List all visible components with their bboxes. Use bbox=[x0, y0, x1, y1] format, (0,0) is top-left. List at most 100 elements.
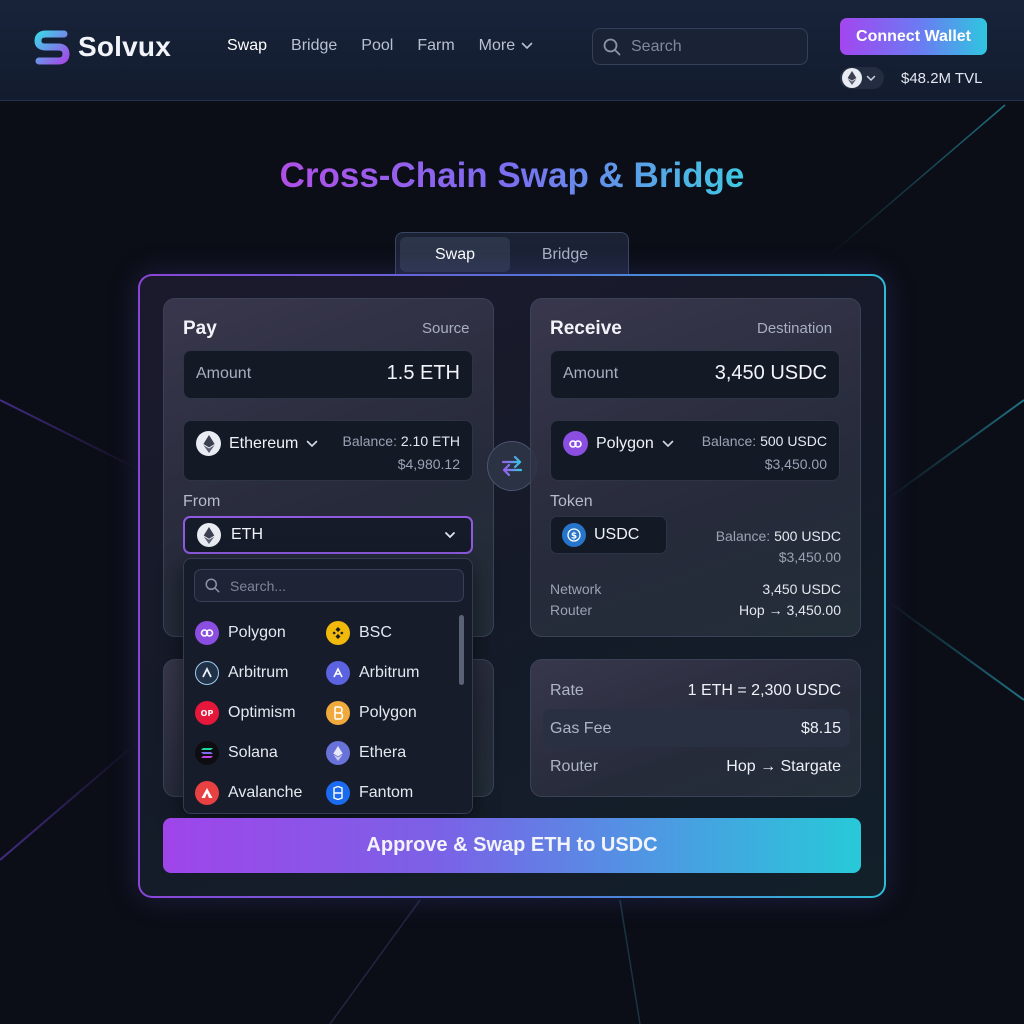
receive-token-balance: Balance: 500 USDC bbox=[716, 528, 841, 544]
from-token-select[interactable]: ETH bbox=[183, 516, 473, 554]
pay-amount-value: 1.5 ETH bbox=[386, 362, 460, 384]
receive-token-select[interactable]: $ USDC bbox=[550, 516, 667, 554]
nav-more-label: More bbox=[478, 37, 516, 54]
chevron-down-icon bbox=[445, 532, 455, 539]
dropdown-item-optimism[interactable]: OP Optimism bbox=[195, 701, 296, 725]
network-selector[interactable] bbox=[840, 67, 884, 89]
swap-bridge-tabs: Swap Bridge bbox=[395, 232, 629, 276]
svg-text:$: $ bbox=[571, 532, 577, 542]
top-header: Solvux Swap Bridge Pool Farm More Connec… bbox=[0, 0, 1024, 101]
arbitrum-alt-icon bbox=[326, 661, 350, 685]
rate-label: Rate bbox=[550, 682, 584, 699]
pay-amount-field[interactable]: Amount 1.5 ETH bbox=[183, 350, 473, 399]
dropdown-scrollbar[interactable] bbox=[459, 615, 464, 685]
bsc-icon bbox=[326, 621, 350, 645]
ethereum-icon bbox=[326, 741, 350, 765]
from-token-value: ETH bbox=[231, 526, 263, 543]
route-value: Hop → Stargate bbox=[726, 758, 841, 775]
pay-chain-name: Ethereum bbox=[229, 434, 299, 452]
ethereum-icon bbox=[842, 68, 862, 88]
nav-bridge[interactable]: Bridge bbox=[291, 37, 337, 55]
tvl-stat: $48.2M TVL bbox=[901, 70, 983, 87]
dropdown-item-label: Arbitrum bbox=[228, 664, 289, 681]
fantom-icon bbox=[326, 781, 350, 805]
pay-title: Pay bbox=[183, 318, 217, 339]
pay-balance-value: 2.10 ETH bbox=[400, 433, 460, 449]
chevron-down-icon bbox=[866, 75, 876, 81]
receive-subtitle: Destination bbox=[757, 320, 833, 337]
dropdown-search-input[interactable] bbox=[230, 577, 430, 594]
dropdown-item-fantom[interactable]: Fantom bbox=[326, 781, 413, 805]
dropdown-item-arbitrum-2[interactable]: Arbitrum bbox=[326, 661, 419, 685]
dropdown-item-label: Polygon bbox=[359, 704, 417, 721]
pay-balance: Balance: 2.10 ETH bbox=[342, 433, 460, 449]
receive-chain-selector[interactable]: Polygon bbox=[563, 431, 674, 456]
search-icon bbox=[603, 38, 621, 55]
dropdown-item-label: BSC bbox=[359, 624, 392, 641]
main-nav: Swap Bridge Pool Farm More bbox=[227, 37, 557, 55]
receive-token-balance-usd: $3,450.00 bbox=[778, 549, 841, 565]
receive-balance-value: 500 USDC bbox=[760, 433, 827, 449]
chevron-down-icon bbox=[662, 440, 674, 447]
arbitrum-icon bbox=[195, 661, 219, 685]
page-title: Cross-Chain Swap & Bridge bbox=[279, 156, 745, 195]
receive-balance-label: Balance: bbox=[701, 433, 757, 449]
dropdown-item-label: Ethera bbox=[359, 744, 407, 761]
dropdown-item-label: Avalanche bbox=[228, 784, 303, 801]
gas-fee-value: $8.15 bbox=[800, 720, 841, 737]
nav-more[interactable]: More bbox=[479, 37, 533, 55]
chain-dropdown: Polygon BSC Arbitrum Arbitrum OP Optimis… bbox=[183, 558, 473, 814]
nav-pool[interactable]: Pool bbox=[361, 37, 393, 55]
polygon-icon bbox=[563, 431, 588, 456]
header-search[interactable] bbox=[592, 28, 808, 65]
router-label: Router bbox=[550, 602, 593, 618]
solana-icon bbox=[195, 741, 219, 765]
receive-chain-name: Polygon bbox=[596, 434, 654, 452]
receive-token-balance-label: Balance: bbox=[715, 528, 771, 544]
dropdown-item-bsc[interactable]: BSC bbox=[326, 621, 392, 645]
dropdown-item-avalanche[interactable]: Avalanche bbox=[195, 781, 302, 805]
solvux-logo-icon bbox=[34, 30, 70, 65]
network-value: 3,450 USDC bbox=[762, 581, 841, 597]
polygon-icon bbox=[195, 621, 219, 645]
dropdown-item-label: Optimism bbox=[228, 704, 296, 721]
dropdown-item-polygon-2[interactable]: Polygon bbox=[326, 701, 417, 725]
receive-amount-field[interactable]: Amount 3,450 USDC bbox=[550, 350, 840, 399]
usdc-icon: $ bbox=[562, 523, 586, 547]
dropdown-item-solana[interactable]: Solana bbox=[195, 741, 278, 765]
dropdown-search[interactable] bbox=[194, 569, 464, 602]
approve-swap-button[interactable]: Approve & Swap ETH to USDC bbox=[163, 818, 861, 873]
pay-balance-label: Balance: bbox=[342, 433, 397, 449]
chevron-down-icon bbox=[307, 440, 318, 447]
from-label: From bbox=[183, 493, 221, 510]
receive-balance: Balance: 500 USDC bbox=[702, 433, 827, 449]
dropdown-item-label: Polygon bbox=[228, 624, 286, 641]
route-label: Router bbox=[550, 758, 599, 775]
nav-swap[interactable]: Swap bbox=[227, 37, 267, 55]
brand-logo[interactable]: Solvux bbox=[34, 28, 171, 66]
pay-chain-field: Ethereum Balance: 2.10 ETH $4,980.12 bbox=[183, 420, 473, 481]
receive-token-balance-value: 500 USDC bbox=[774, 528, 841, 544]
dropdown-item-arbitrum[interactable]: Arbitrum bbox=[195, 661, 288, 685]
receive-chain-field: Polygon Balance: 500 USDC $3,450.00 bbox=[550, 420, 840, 481]
tab-bridge[interactable]: Bridge bbox=[510, 237, 620, 272]
pay-balance-usd: $4,980.12 bbox=[397, 456, 460, 472]
search-input[interactable] bbox=[631, 37, 791, 56]
search-icon bbox=[205, 578, 220, 593]
dropdown-item-polygon[interactable]: Polygon bbox=[195, 621, 286, 645]
dropdown-item-ethera[interactable]: Ethera bbox=[326, 741, 406, 765]
polygon-gold-icon bbox=[326, 701, 350, 725]
pay-amount-label: Amount bbox=[196, 365, 252, 382]
nav-farm[interactable]: Farm bbox=[417, 37, 454, 55]
receive-title: Receive bbox=[550, 318, 622, 339]
router-value: Hop → 3,450.00 bbox=[739, 602, 841, 618]
receive-token-value: USDC bbox=[594, 526, 640, 543]
tab-swap[interactable]: Swap bbox=[400, 237, 510, 272]
swap-arrows-icon bbox=[501, 455, 523, 477]
token-label: Token bbox=[550, 493, 593, 510]
connect-wallet-button[interactable]: Connect Wallet bbox=[840, 18, 987, 55]
gas-fee-label: Gas Fee bbox=[550, 720, 612, 737]
ethereum-icon bbox=[196, 431, 221, 456]
brand-name: Solvux bbox=[78, 31, 172, 62]
pay-chain-selector[interactable]: Ethereum bbox=[196, 431, 318, 456]
